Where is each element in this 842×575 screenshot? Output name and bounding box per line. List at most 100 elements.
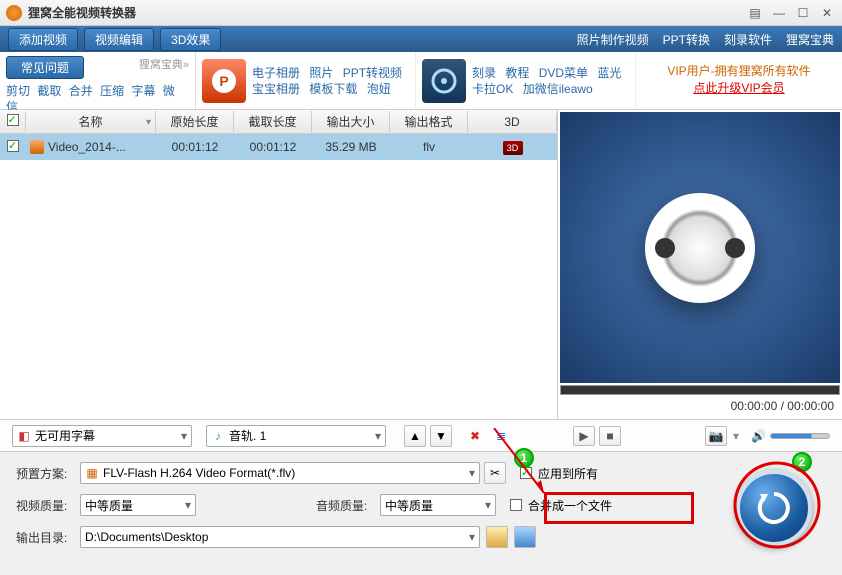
chevron-down-icon[interactable]: ▾	[179, 498, 191, 512]
main-area: 名称▾ 原始长度 截取长度 输出大小 输出格式 3D Video_2014-..…	[0, 110, 842, 420]
link-liwo-baodian[interactable]: 狸窝宝典	[786, 31, 834, 48]
close-icon[interactable]: ✕	[818, 6, 836, 20]
preview-video[interactable]	[560, 112, 840, 383]
faq-button[interactable]: 常见问题	[6, 56, 84, 79]
promo-strip: 常见问题 狸窝宝典» 剪切 截取 合并 压缩 字幕 微信 消音 SWF 片头 G…	[0, 52, 842, 110]
promo-link[interactable]: 照片	[309, 66, 333, 80]
apply-all-checkbox[interactable]	[520, 467, 532, 479]
disc-icon	[422, 59, 466, 103]
subtitle-icon: ◧	[17, 429, 31, 443]
browse-folder-button[interactable]	[486, 526, 508, 548]
minimize-icon[interactable]: —	[770, 6, 788, 20]
3d-badge-icon[interactable]: 3D	[503, 141, 523, 155]
baodian-link[interactable]: 狸窝宝典»	[139, 56, 189, 72]
promo-link[interactable]: PPT转视频	[343, 66, 402, 80]
chevron-down-icon[interactable]: ▾	[369, 429, 381, 443]
col-out-fmt[interactable]: 输出格式	[390, 111, 468, 132]
vip-text: VIP用户-拥有狸窝所有软件	[636, 62, 842, 79]
tag[interactable]: 截取	[37, 84, 61, 98]
col-check[interactable]	[0, 112, 26, 131]
volume-icon[interactable]: 🔊	[751, 429, 766, 443]
promo-link[interactable]: 教程	[505, 66, 529, 80]
col-name[interactable]: 名称▾	[26, 111, 156, 132]
cell-cut: 00:01:12	[234, 140, 312, 154]
vip-upgrade-link[interactable]: 点此升级VIP会员	[636, 79, 842, 96]
vquality-combo[interactable]: 中等质量 ▾	[80, 494, 196, 516]
table-row[interactable]: Video_2014-... 00:01:12 00:01:12 35.29 M…	[0, 134, 557, 160]
delete-button[interactable]: ✖	[464, 425, 486, 447]
promo-link[interactable]: 刻录	[472, 66, 496, 80]
chevron-down-icon[interactable]: ▾	[463, 466, 475, 480]
audiotrack-value: 音轨. 1	[229, 427, 266, 444]
titlebar: 狸窝全能视频转换器 ▤ — ☐ ✕	[0, 0, 842, 26]
promo-link[interactable]: 卡拉OK	[472, 82, 513, 96]
col-orig-len[interactable]: 原始长度	[156, 111, 234, 132]
settings-panel: 预置方案: ▦ FLV-Flash H.264 Video Format(*.f…	[0, 452, 842, 575]
app-title: 狸窝全能视频转换器	[28, 4, 740, 21]
tag[interactable]: 合并	[69, 84, 93, 98]
promo-link[interactable]: 泡妞	[367, 82, 391, 96]
subtitle-row: ◧ 无可用字幕 ▾ ♪ 音轨. 1 ▾ ▲ ▼ ✖ ≣ ▶ ■ 📷 ▾ 🔊	[0, 420, 842, 452]
powerpoint-icon: P	[202, 59, 246, 103]
cell-size: 35.29 MB	[312, 140, 390, 154]
format-icon: ▦	[85, 466, 99, 480]
row-checkbox[interactable]	[7, 140, 19, 152]
col-3d[interactable]: 3D	[468, 113, 557, 131]
link-ppt-convert[interactable]: PPT转换	[663, 31, 710, 48]
output-combo[interactable]: D:\Documents\Desktop ▾	[80, 526, 480, 548]
play-button[interactable]: ▶	[573, 426, 595, 446]
move-down-button[interactable]: ▼	[430, 425, 452, 447]
link-photo-video[interactable]: 照片制作视频	[577, 31, 649, 48]
subtitle-value: 无可用字幕	[35, 427, 95, 444]
chevron-down-icon[interactable]: ▾	[733, 429, 739, 443]
maximize-icon[interactable]: ☐	[794, 6, 812, 20]
cell-fmt: flv	[390, 140, 468, 154]
link-burn-software[interactable]: 刻录软件	[724, 31, 772, 48]
check-all-icon[interactable]	[7, 114, 19, 126]
video-edit-button[interactable]: 视频编辑	[84, 28, 154, 51]
preset-combo[interactable]: ▦ FLV-Flash H.264 Video Format(*.flv) ▾	[80, 462, 480, 484]
col-cut-len[interactable]: 截取长度	[234, 111, 312, 132]
col-out-size[interactable]: 输出大小	[312, 111, 390, 132]
aquality-combo[interactable]: 中等质量 ▾	[380, 494, 496, 516]
cell-orig: 00:01:12	[156, 140, 234, 154]
menu-icon[interactable]: ▤	[746, 6, 764, 20]
add-video-button[interactable]: 添加视频	[8, 28, 78, 51]
subtitle-combo[interactable]: ◧ 无可用字幕 ▾	[12, 425, 192, 447]
move-up-button[interactable]: ▲	[404, 425, 426, 447]
chevron-down-icon[interactable]: ▾	[175, 429, 187, 443]
output-value: D:\Documents\Desktop	[85, 530, 208, 544]
promo-link[interactable]: 加微信ileawo	[523, 82, 593, 96]
promo-link[interactable]: 模板下载	[309, 82, 357, 96]
svg-text:P: P	[219, 73, 228, 89]
audiotrack-combo[interactable]: ♪ 音轨. 1 ▾	[206, 425, 386, 447]
promo-link[interactable]: DVD菜单	[539, 66, 588, 80]
effect-3d-button[interactable]: 3D效果	[160, 28, 221, 51]
video-file-icon	[30, 140, 44, 154]
promo-link[interactable]: 宝宝相册	[252, 82, 300, 96]
tag[interactable]: 剪切	[6, 84, 30, 98]
time-display: 00:00:00 / 00:00:00	[731, 399, 834, 413]
stop-button[interactable]: ■	[599, 426, 621, 446]
tag[interactable]: 压缩	[100, 84, 124, 98]
merge-checkbox[interactable]	[510, 499, 522, 511]
main-toolbar: 添加视频 视频编辑 3D效果 照片制作视频 PPT转换 刻录软件 狸窝宝典	[0, 26, 842, 52]
preset-label: 预置方案:	[16, 465, 80, 482]
preset-settings-button[interactable]: ✂	[484, 462, 506, 484]
tag[interactable]: 字幕	[131, 84, 155, 98]
open-folder-button[interactable]	[514, 526, 536, 548]
list-options-button[interactable]: ≣	[490, 425, 512, 447]
merge-label: 合并成一个文件	[528, 497, 612, 514]
file-list-pane: 名称▾ 原始长度 截取长度 输出大小 输出格式 3D Video_2014-..…	[0, 110, 558, 419]
aquality-label: 音频质量:	[316, 497, 380, 514]
chevron-down-icon[interactable]: ▾	[479, 498, 491, 512]
video-progress[interactable]	[560, 385, 840, 395]
convert-button[interactable]	[736, 470, 812, 546]
volume-slider[interactable]	[770, 433, 830, 439]
snapshot-button[interactable]: 📷	[705, 426, 727, 446]
promo-link[interactable]: 蓝光	[597, 66, 621, 80]
promo-link[interactable]: 电子相册	[252, 66, 300, 80]
aquality-value: 中等质量	[385, 497, 433, 514]
apply-all-label: 应用到所有	[538, 465, 598, 482]
chevron-down-icon[interactable]: ▾	[463, 530, 475, 544]
